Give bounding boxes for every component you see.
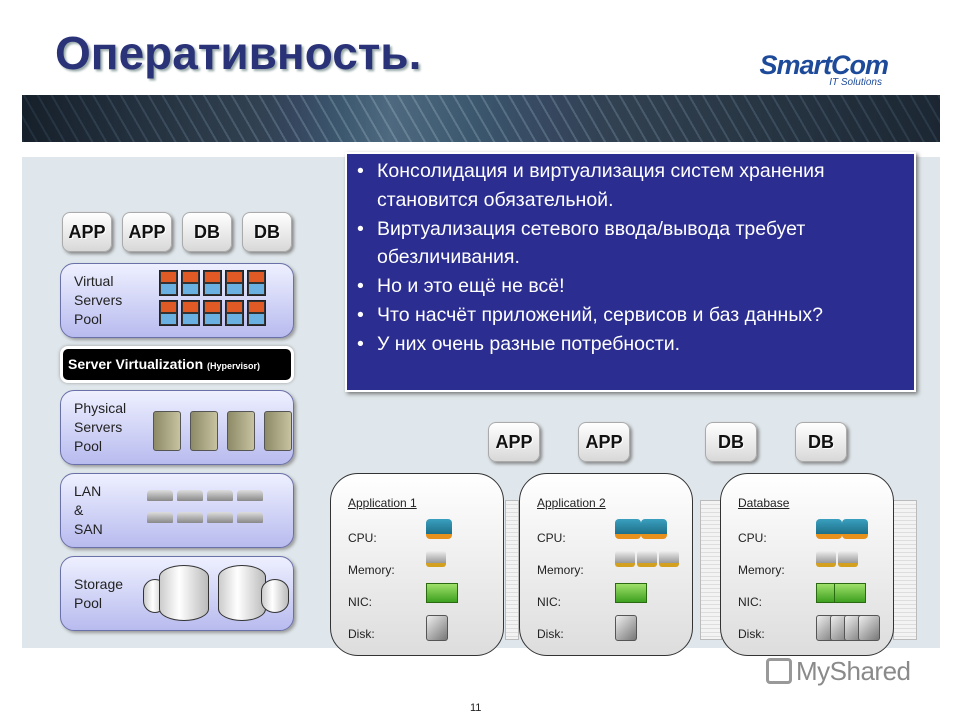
storage-pool: Storage Pool [60, 556, 294, 631]
network-switch-icon [207, 490, 233, 501]
network-switch-icon [207, 512, 233, 523]
server-icon [153, 411, 181, 451]
label: Pool [74, 438, 103, 454]
virtual-machine-icon [181, 300, 200, 326]
nic-icon [615, 583, 647, 603]
network-switch-icon [177, 512, 203, 523]
page-number: 11 [470, 702, 482, 714]
resource-card: Application 1 CPU: Memory: NIC: Disk: [330, 473, 504, 656]
storage-cylinder-icon [261, 579, 289, 613]
hard-disk-icon [615, 615, 637, 641]
db-tile: DB [795, 422, 847, 462]
background-screenshot [700, 500, 722, 640]
network-switch-icon [147, 512, 173, 523]
cpu-label: CPU: [537, 531, 566, 545]
hypervisor-label: Server Virtualization [68, 356, 204, 372]
memory-label: Memory: [348, 563, 395, 577]
virtual-machine-icon [203, 300, 222, 326]
card-title: Application 2 [537, 496, 606, 510]
network-switch-icon [147, 490, 173, 501]
label: Physical [74, 400, 127, 416]
cpu-label: CPU: [348, 531, 377, 545]
resource-card: Database CPU: Memory: NIC: Disk: [720, 473, 894, 656]
memory-label: Memory: [537, 563, 584, 577]
bullet: Консолидация и виртуализация систем хран… [357, 157, 906, 215]
nic-icon [834, 583, 866, 603]
network-switch-icon [237, 512, 263, 523]
bullet-box: Консолидация и виртуализация систем хран… [345, 152, 916, 392]
app-tile: APP [122, 212, 172, 252]
memory-chip-icon [838, 551, 858, 567]
hypervisor-layer: Server Virtualization (Hypervisor) [60, 346, 294, 383]
nic-label: NIC: [738, 595, 762, 609]
disk-label: Disk: [537, 627, 564, 641]
storage-cylinder-icon [159, 565, 209, 621]
virtual-machine-icon [203, 270, 222, 296]
slide-title: Оперативность. [55, 27, 422, 79]
bullet: У них очень разные потребности. [357, 330, 906, 359]
disk-label: Disk: [738, 627, 765, 641]
nic-label: NIC: [537, 595, 561, 609]
lan-san-pool: LAN & SAN [60, 473, 294, 548]
virtual-machine-icon [225, 270, 244, 296]
app-tile: APP [62, 212, 112, 252]
cpu-icon [641, 519, 667, 539]
label: Servers [74, 419, 123, 435]
network-switch-icon [237, 490, 263, 501]
db-tile: DB [182, 212, 232, 252]
hard-disk-icon [426, 615, 448, 641]
bullet: Виртуализация сетевого ввода/вывода треб… [357, 215, 906, 273]
memory-chip-icon [816, 551, 836, 567]
virtual-machine-icon [181, 270, 200, 296]
background-screenshot [505, 500, 519, 640]
background-screenshot [893, 500, 917, 640]
db-tile: DB [705, 422, 757, 462]
resource-card: Application 2 CPU: Memory: NIC: Disk: [519, 473, 693, 656]
memory-chip-icon [659, 551, 679, 567]
myshared-watermark: MyShared [766, 656, 911, 687]
memory-chip-icon [615, 551, 635, 567]
watermark-text: MyShared [796, 656, 911, 686]
network-switch-icon [177, 490, 203, 501]
myshared-logo-icon [766, 658, 792, 684]
server-icon [190, 411, 218, 451]
cpu-label: CPU: [738, 531, 767, 545]
memory-chip-icon [637, 551, 657, 567]
app-tile: APP [578, 422, 630, 462]
virtual-servers-pool: Virtual Servers Pool [60, 263, 294, 338]
physical-servers-pool: Physical Servers Pool [60, 390, 294, 465]
virtual-machine-icon [159, 300, 178, 326]
db-tile: DB [242, 212, 292, 252]
storage-cylinder-icon [218, 565, 266, 621]
disk-label: Disk: [348, 627, 375, 641]
hypervisor-sub: (Hypervisor) [207, 361, 261, 371]
cpu-icon [816, 519, 842, 539]
memory-label: Memory: [738, 563, 785, 577]
header-banner [22, 95, 940, 142]
card-title: Application 1 [348, 496, 417, 510]
smartcom-logo: SmartCom IT Solutions [718, 50, 889, 88]
server-icon [227, 411, 255, 451]
bullet: Но и это ещё не всё! [357, 272, 906, 301]
virtual-machine-icon [225, 300, 244, 326]
cpu-icon [426, 519, 452, 539]
cpu-icon [615, 519, 641, 539]
virtual-machine-icon [247, 270, 266, 296]
app-tile: APP [488, 422, 540, 462]
memory-chip-icon [426, 551, 446, 567]
bullet: Что насчёт приложений, сервисов и баз да… [357, 301, 906, 330]
server-icon [264, 411, 292, 451]
nic-icon [426, 583, 458, 603]
hard-disk-icon [858, 615, 880, 641]
card-title: Database [738, 496, 790, 510]
virtual-machine-icon [159, 270, 178, 296]
nic-label: NIC: [348, 595, 372, 609]
virtual-machine-icon [247, 300, 266, 326]
cpu-icon [842, 519, 868, 539]
